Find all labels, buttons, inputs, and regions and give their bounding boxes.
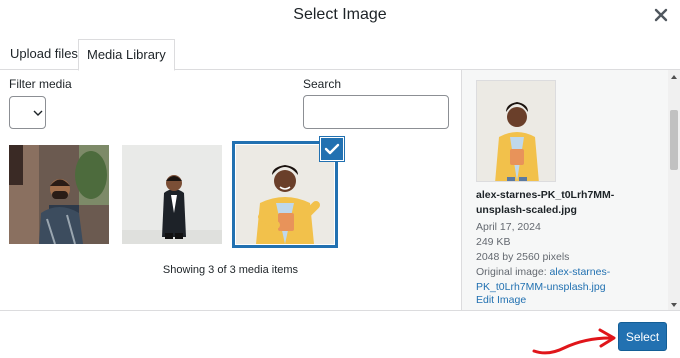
search-label: Search bbox=[303, 77, 342, 91]
scroll-down-arrow-icon[interactable] bbox=[668, 298, 680, 310]
tab-media-library[interactable]: Media Library bbox=[78, 39, 175, 71]
details-dimensions: 2048 by 2560 pixels bbox=[476, 251, 570, 263]
original-image-label: Original image: bbox=[476, 266, 547, 278]
tab-upload-files[interactable]: Upload files bbox=[2, 39, 86, 70]
scroll-up-arrow-icon[interactable] bbox=[668, 70, 680, 82]
chevron-down-icon bbox=[33, 110, 43, 116]
details-date: April 17, 2024 bbox=[476, 221, 541, 233]
details-original-image: Original image: alex-starnes-PK_t0Lrh7MM… bbox=[476, 265, 651, 295]
dialog-title: Select Image bbox=[293, 6, 387, 23]
dialog-header: Select Image bbox=[0, 0, 680, 34]
details-preview-image bbox=[476, 80, 556, 182]
sidebar-scrollbar[interactable] bbox=[668, 70, 680, 310]
photo-man-suit-image bbox=[122, 145, 222, 244]
details-filesize: 249 KB bbox=[476, 236, 511, 248]
scrollbar-thumb[interactable] bbox=[670, 110, 678, 170]
close-icon[interactable] bbox=[652, 6, 670, 24]
photo-man-plaid-image bbox=[9, 145, 109, 244]
media-item-man-suit[interactable] bbox=[122, 145, 222, 244]
selected-check-icon[interactable] bbox=[320, 137, 344, 161]
tab-bar: Upload files Media Library bbox=[0, 39, 680, 71]
select-button[interactable]: Select bbox=[618, 322, 667, 351]
details-filename: alex-starnes-PK_t0Lrh7MM-unsplash-scaled… bbox=[476, 189, 615, 216]
annotation-arrow-icon bbox=[532, 328, 616, 355]
edit-image-link[interactable]: Edit Image bbox=[476, 293, 526, 308]
media-item-man-plaid[interactable] bbox=[9, 145, 109, 244]
filter-media-label: Filter media bbox=[9, 77, 72, 91]
search-input[interactable] bbox=[303, 95, 449, 129]
filter-media-select[interactable] bbox=[9, 96, 46, 129]
media-count-text: Showing 3 of 3 media items bbox=[162, 264, 299, 276]
